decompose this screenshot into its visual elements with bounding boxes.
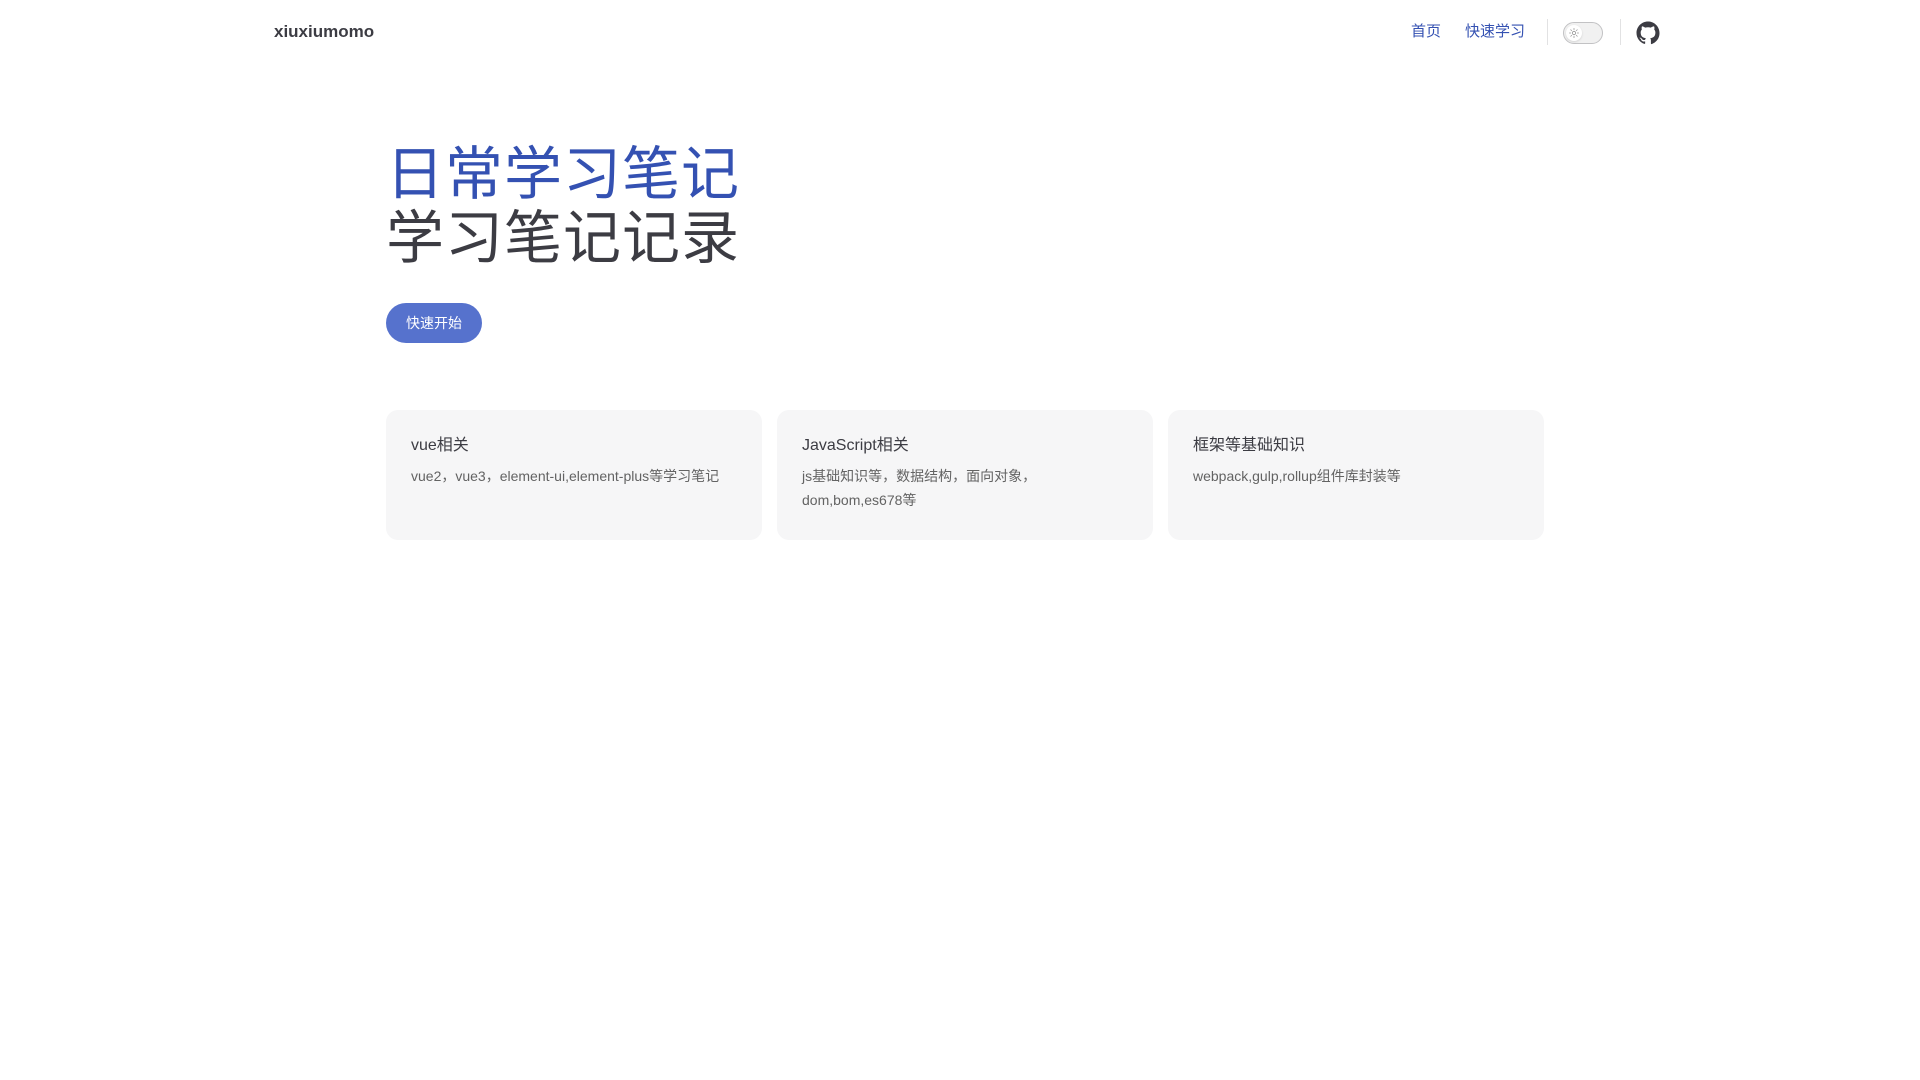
hero-subtitle: 学习笔记记录 [386,206,741,271]
nav-links: 首页 快速学习 [1411,19,1549,45]
site-title-link[interactable]: xiuxiumomo [274,19,374,45]
feature-details: vue2，vue3，element-ui,element-plus等学习笔记 [411,468,720,484]
hero-section: 日常学习笔记 学习笔记记录 快速开始 [386,143,1534,343]
feature-title: 框架等基础知识 [1193,437,1306,454]
nav-divider [1620,19,1621,45]
theme-toggle-switch[interactable] [1563,22,1603,44]
top-navbar: xiuxiumomo 首页 快速学习 [0,0,1920,64]
nav-link-home[interactable]: 首页 [1411,19,1441,45]
feature-details: webpack,gulp,rollup组件库封装等 [1193,468,1401,484]
feature-card-javascript[interactable]: JavaScript相关 js基础知识等，数据结构，面向对象，dom,bom,e… [777,410,1153,540]
nav-link-quick-learn[interactable]: 快速学习 [1465,19,1525,45]
toggle-thumb [1566,25,1582,41]
features-section: vue相关 vue2，vue3，element-ui,element-plus等… [386,410,1544,540]
feature-card-frameworks[interactable]: 框架等基础知识 webpack,gulp,rollup组件库封装等 [1168,410,1544,540]
feature-title: JavaScript相关 [802,437,909,454]
feature-card-vue[interactable]: vue相关 vue2，vue3，element-ui,element-plus等… [386,410,762,540]
github-link[interactable] [1636,21,1660,45]
nav-divider [1547,19,1548,45]
get-started-button[interactable]: 快速开始 [386,303,482,343]
github-icon [1636,21,1660,45]
hero-title: 日常学习笔记 [386,142,741,207]
sun-icon [1569,28,1579,38]
feature-title: vue相关 [411,437,469,454]
feature-details: js基础知识等，数据结构，面向对象，dom,bom,es678等 [802,468,1037,508]
